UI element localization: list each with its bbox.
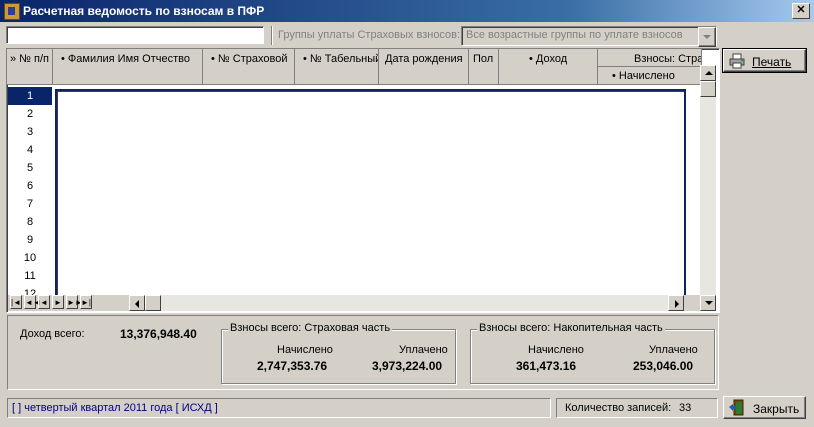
col-header-income[interactable]: • Доход — [499, 49, 598, 85]
col-header-fio[interactable]: • Фамилия Имя Отчество — [53, 49, 203, 85]
insurance-paid-label: Уплачено — [399, 344, 448, 356]
insurance-title: Взносы всего: Страховая часть — [228, 322, 393, 334]
col-header-contrib[interactable]: Взносы: Стра — [598, 49, 702, 67]
col-header-tab[interactable]: • № Табельный — [295, 49, 379, 85]
col-header-birth[interactable]: Дата рождения — [379, 49, 469, 85]
income-label: Доход всего: — [20, 328, 85, 340]
prev-record-icon[interactable]: ◄ — [38, 295, 50, 309]
scroll-left-icon[interactable] — [129, 295, 145, 311]
title-bar: Расчетная ведомость по взносам в ПФР ✕ — [0, 0, 814, 22]
status-records: Количество записей: 33 — [556, 398, 718, 418]
vertical-scrollbar[interactable] — [700, 65, 716, 311]
printer-icon — [729, 53, 745, 69]
row-number[interactable]: 4 — [8, 141, 52, 159]
row-number[interactable]: 7 — [8, 195, 52, 213]
row-number[interactable]: 1 — [8, 87, 52, 105]
totals-panel: Доход всего: 13,376,948.40 Взносы всего:… — [7, 315, 719, 390]
records-count: 33 — [679, 402, 692, 414]
divider — [271, 26, 273, 45]
funded-group: Взносы всего: Накопительная часть Начисл… — [470, 322, 715, 384]
row-number[interactable]: 9 — [8, 231, 52, 249]
row-number[interactable]: 6 — [8, 177, 52, 195]
first-record-icon[interactable]: |◄ — [10, 295, 22, 309]
prev-page-icon[interactable]: ◄◄ — [24, 295, 41, 309]
next-page-icon[interactable]: ►► — [66, 295, 83, 309]
last-record-icon[interactable]: ►| — [80, 295, 92, 309]
insurance-group: Взносы всего: Страховая часть Начислено … — [221, 322, 456, 384]
print-button-label: Печать — [752, 55, 792, 69]
window-title: Расчетная ведомость по взносам в ПФР — [23, 4, 265, 18]
row-number[interactable]: 8 — [8, 213, 52, 231]
row-number[interactable]: 11 — [8, 267, 52, 285]
scroll-up-icon[interactable] — [700, 65, 716, 81]
close-button-label: Закрыть — [753, 402, 800, 416]
funded-title: Взносы всего: Накопительная часть — [477, 322, 665, 334]
row-number[interactable]: 3 — [8, 123, 52, 141]
insurance-accrued-value: 2,747,353.76 — [257, 359, 328, 373]
next-record-icon[interactable]: ► — [52, 295, 64, 309]
income-value: 13,376,948.40 — [120, 327, 197, 341]
col-header-snils[interactable]: • № Страховой — [203, 49, 295, 85]
cell-editor[interactable] — [55, 89, 686, 298]
data-grid[interactable]: » № п/п • Фамилия Имя Отчество • № Страх… — [6, 48, 720, 313]
row-number[interactable]: 5 — [8, 159, 52, 177]
print-button[interactable]: Печать — [722, 48, 807, 73]
col-header-num[interactable]: » № п/п — [7, 49, 53, 85]
scroll-right-icon[interactable] — [668, 295, 684, 311]
funded-paid-value: 253,046.00 — [633, 359, 694, 373]
row-number[interactable]: 10 — [8, 249, 52, 267]
exit-door-icon — [729, 399, 744, 416]
col-header-accrued[interactable]: • Начислено — [598, 67, 702, 85]
status-period: [ ] четвертый квартал 2011 года [ ИСХД ] — [7, 398, 551, 418]
grid-navigator: |◄ ◄◄ ◄ ► ►► ►| — [8, 295, 700, 311]
funded-accrued-value: 361,473.16 — [516, 359, 577, 373]
hscroll-thumb[interactable] — [145, 295, 161, 311]
col-header-sex[interactable]: Пол — [469, 49, 499, 85]
row-number[interactable]: 12 — [8, 285, 52, 295]
groups-dropdown[interactable]: Все возрастные группы по уплате взносов — [461, 26, 717, 47]
window-close-button[interactable]: ✕ — [792, 3, 810, 19]
groups-dropdown-value: Все возрастные группы по уплате взносов — [466, 29, 683, 41]
insurance-accrued-label: Начислено — [277, 344, 333, 356]
period-text: [ ] четвертый квартал 2011 года [ ИСХД ] — [12, 402, 218, 414]
close-button[interactable]: Закрыть — [723, 396, 806, 419]
insurance-paid-value: 3,973,224.00 — [372, 359, 443, 373]
chevron-down-icon[interactable] — [698, 27, 716, 47]
row-numbers: 1 2 3 4 5 6 7 8 9 10 11 12 — [8, 87, 52, 295]
row-number[interactable]: 2 — [8, 105, 52, 123]
scroll-thumb[interactable] — [700, 81, 716, 97]
app-icon — [4, 3, 20, 20]
horizontal-scrollbar[interactable] — [129, 295, 684, 311]
funded-accrued-label: Начислено — [528, 344, 584, 356]
records-label: Количество записей: — [565, 402, 672, 414]
scroll-down-icon[interactable] — [700, 295, 716, 311]
funded-paid-label: Уплачено — [649, 344, 698, 356]
search-input[interactable] — [6, 26, 264, 44]
groups-label: Группы уплаты Страховых взносов: — [278, 29, 461, 41]
